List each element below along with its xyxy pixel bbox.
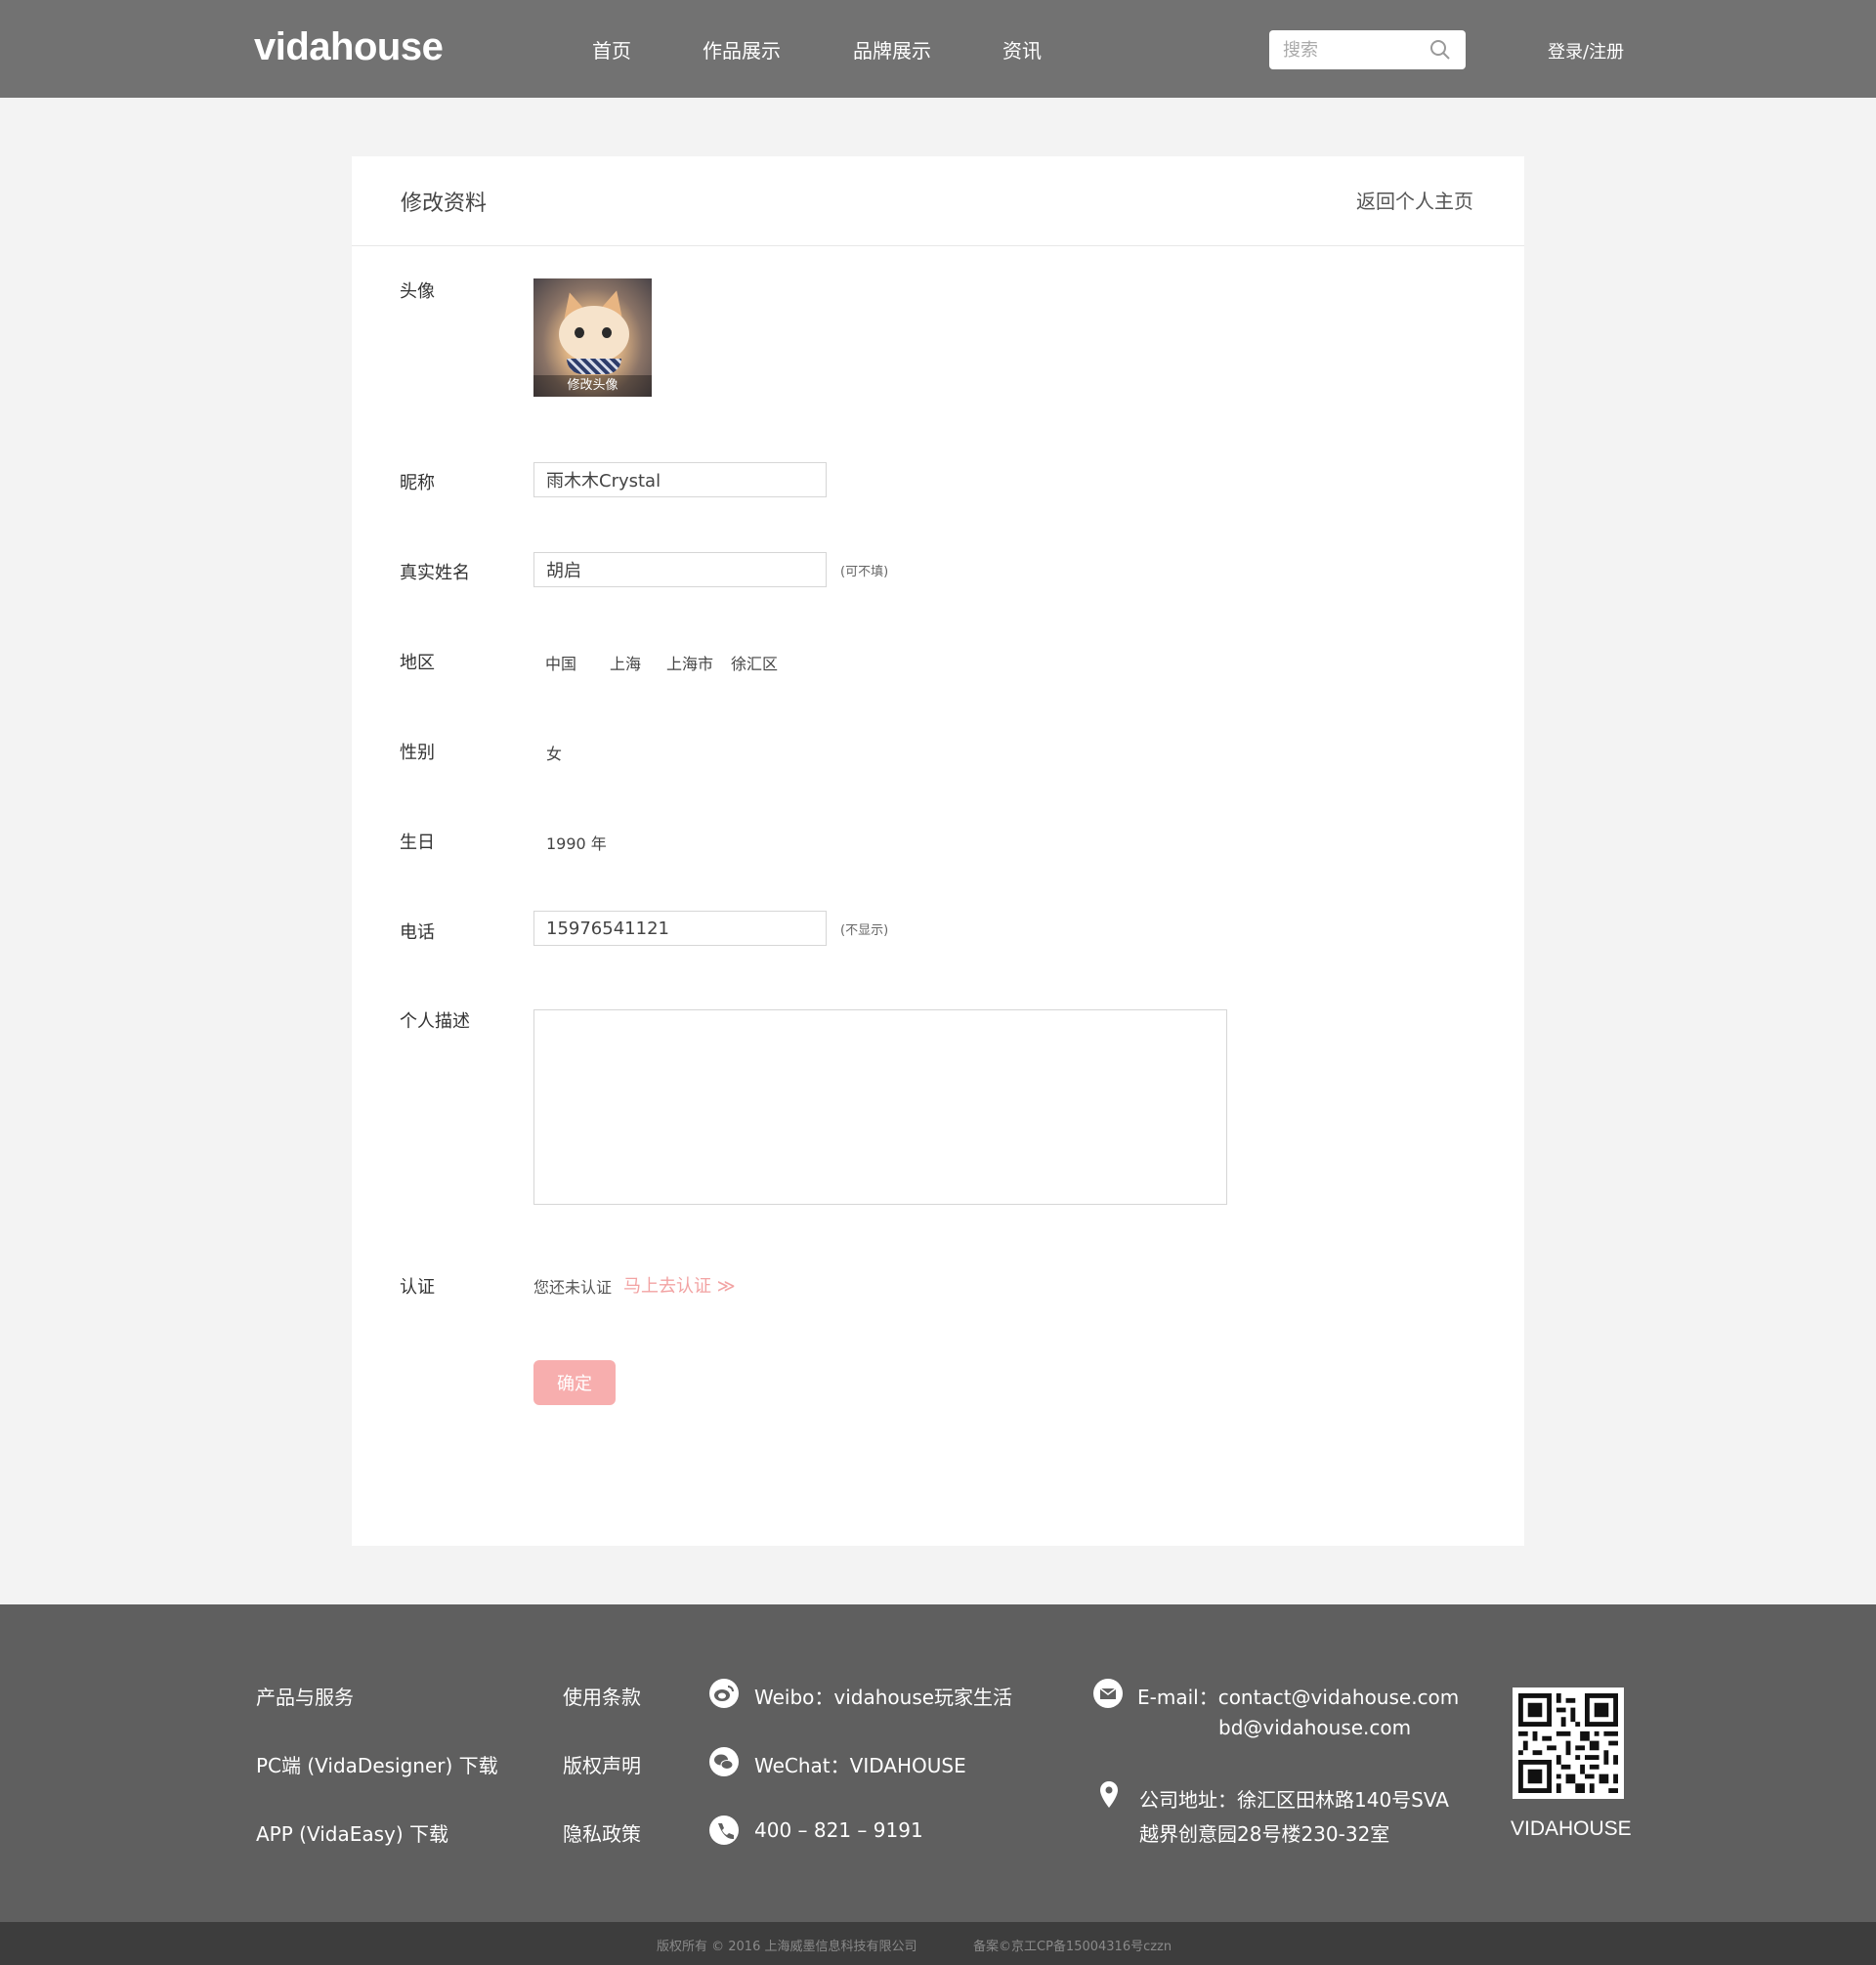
footer-copyright-link[interactable]: 版权声明	[563, 1750, 641, 1778]
change-avatar-caption[interactable]: 修改头像	[533, 375, 652, 397]
footer-address-line1: 公司地址：徐汇区田林路140号SVA	[1139, 1788, 1449, 1812]
avatar[interactable]: 修改头像	[533, 278, 652, 397]
edit-profile-card: 修改资料 返回个人主页 头像 修改头像 昵称 真实姓名 (可不填) 地区 中国 …	[352, 156, 1524, 1546]
phone-hint: (不显示)	[840, 923, 889, 938]
footer-qr-brand: VIDAHOUSE	[1511, 1817, 1632, 1840]
cat-eye	[602, 327, 612, 338]
phone-label: 电话	[400, 922, 435, 943]
page-title: 修改资料	[401, 192, 488, 216]
back-to-profile-link[interactable]: 返回个人主页	[1356, 186, 1473, 214]
footer-wechat: WeChat：VIDAHOUSE	[754, 1754, 966, 1777]
copyright-text: 版权所有 © 2016 上海威墨信息科技有限公司	[657, 1940, 917, 1954]
mail-icon[interactable]	[1093, 1679, 1123, 1708]
location-icon	[1100, 1781, 1118, 1808]
footer-email: E-mail：contact@vidahouse.com	[1137, 1686, 1460, 1709]
wechat-icon[interactable]	[709, 1747, 739, 1776]
search-input[interactable]	[1283, 38, 1420, 62]
birthday-label: 生日	[400, 833, 435, 853]
cert-status: 您还未认证	[533, 1278, 613, 1297]
icp-text: 备案©京工CP备15004316号czzn	[973, 1940, 1172, 1954]
search-box	[1269, 30, 1466, 69]
go-certify-link[interactable]: 马上去认证 ≫	[623, 1272, 736, 1298]
footer-privacy-link[interactable]: 隐私政策	[563, 1818, 641, 1847]
footer: 产品与服务 PC端 (VidaDesigner) 下载 APP (VidaEas…	[0, 1604, 1876, 1922]
footer-app-download-link[interactable]: APP (VidaEasy) 下载	[256, 1818, 448, 1847]
footer-pc-download-link[interactable]: PC端 (VidaDesigner) 下载	[256, 1750, 498, 1778]
nav-works[interactable]: 作品展示	[703, 35, 781, 64]
region-label: 地区	[400, 653, 435, 673]
nav-news[interactable]: 资讯	[1002, 35, 1042, 64]
phone-field[interactable]	[533, 911, 827, 946]
footer-products-heading: 产品与服务	[256, 1686, 354, 1709]
confirm-button[interactable]: 确定	[533, 1360, 616, 1405]
cat-eye	[575, 327, 584, 338]
footer-email-secondary: bd@vidahouse.com	[1218, 1716, 1412, 1739]
nickname-field[interactable]	[533, 462, 827, 497]
bio-textarea[interactable]	[533, 1009, 1227, 1205]
copyright-bar: 版权所有 © 2016 上海威墨信息科技有限公司 备案©京工CP备1500431…	[0, 1922, 1876, 1965]
realname-label: 真实姓名	[400, 563, 470, 583]
footer-address-line2: 越界创意园28号楼230-32室	[1139, 1822, 1390, 1846]
realname-field[interactable]	[533, 552, 827, 587]
realname-hint: (可不填)	[840, 565, 889, 579]
wechat-qr-code	[1513, 1687, 1624, 1799]
region-country-select[interactable]: 中国	[545, 651, 576, 674]
cert-label: 认证	[400, 1277, 435, 1298]
search-icon[interactable]	[1429, 39, 1451, 61]
cat-face	[559, 306, 629, 363]
nickname-label: 昵称	[400, 473, 435, 493]
top-navbar: vidahouse 首页 作品展示 品牌展示 资讯 登录/注册	[0, 0, 1876, 98]
avatar-label: 头像	[400, 281, 435, 302]
cat-scarf	[567, 359, 621, 374]
region-district-select[interactable]: 徐汇区	[731, 651, 778, 674]
gender-label: 性别	[400, 743, 435, 763]
region-city-select[interactable]: 上海市	[666, 651, 713, 674]
footer-phone: 400 – 821 – 9191	[754, 1818, 923, 1842]
login-register-link[interactable]: 登录/注册	[1548, 38, 1624, 64]
vidahouse-logo[interactable]: vidahouse	[254, 25, 444, 69]
card-header: 修改资料 返回个人主页	[352, 156, 1524, 246]
gender-select[interactable]: 女	[546, 741, 562, 764]
phone-icon[interactable]	[709, 1815, 739, 1845]
footer-terms-link[interactable]: 使用条款	[563, 1682, 641, 1710]
birthday-year-select[interactable]: 1990 年	[546, 831, 607, 854]
region-province-select[interactable]: 上海	[610, 651, 641, 674]
bio-label: 个人描述	[400, 1011, 470, 1032]
qr-code-icon	[1518, 1693, 1618, 1793]
footer-weibo: Weibo：vidahouse玩家生活	[754, 1686, 1013, 1709]
nav-home[interactable]: 首页	[592, 35, 631, 64]
weibo-icon[interactable]	[709, 1679, 739, 1708]
nav-brands[interactable]: 品牌展示	[853, 35, 931, 64]
